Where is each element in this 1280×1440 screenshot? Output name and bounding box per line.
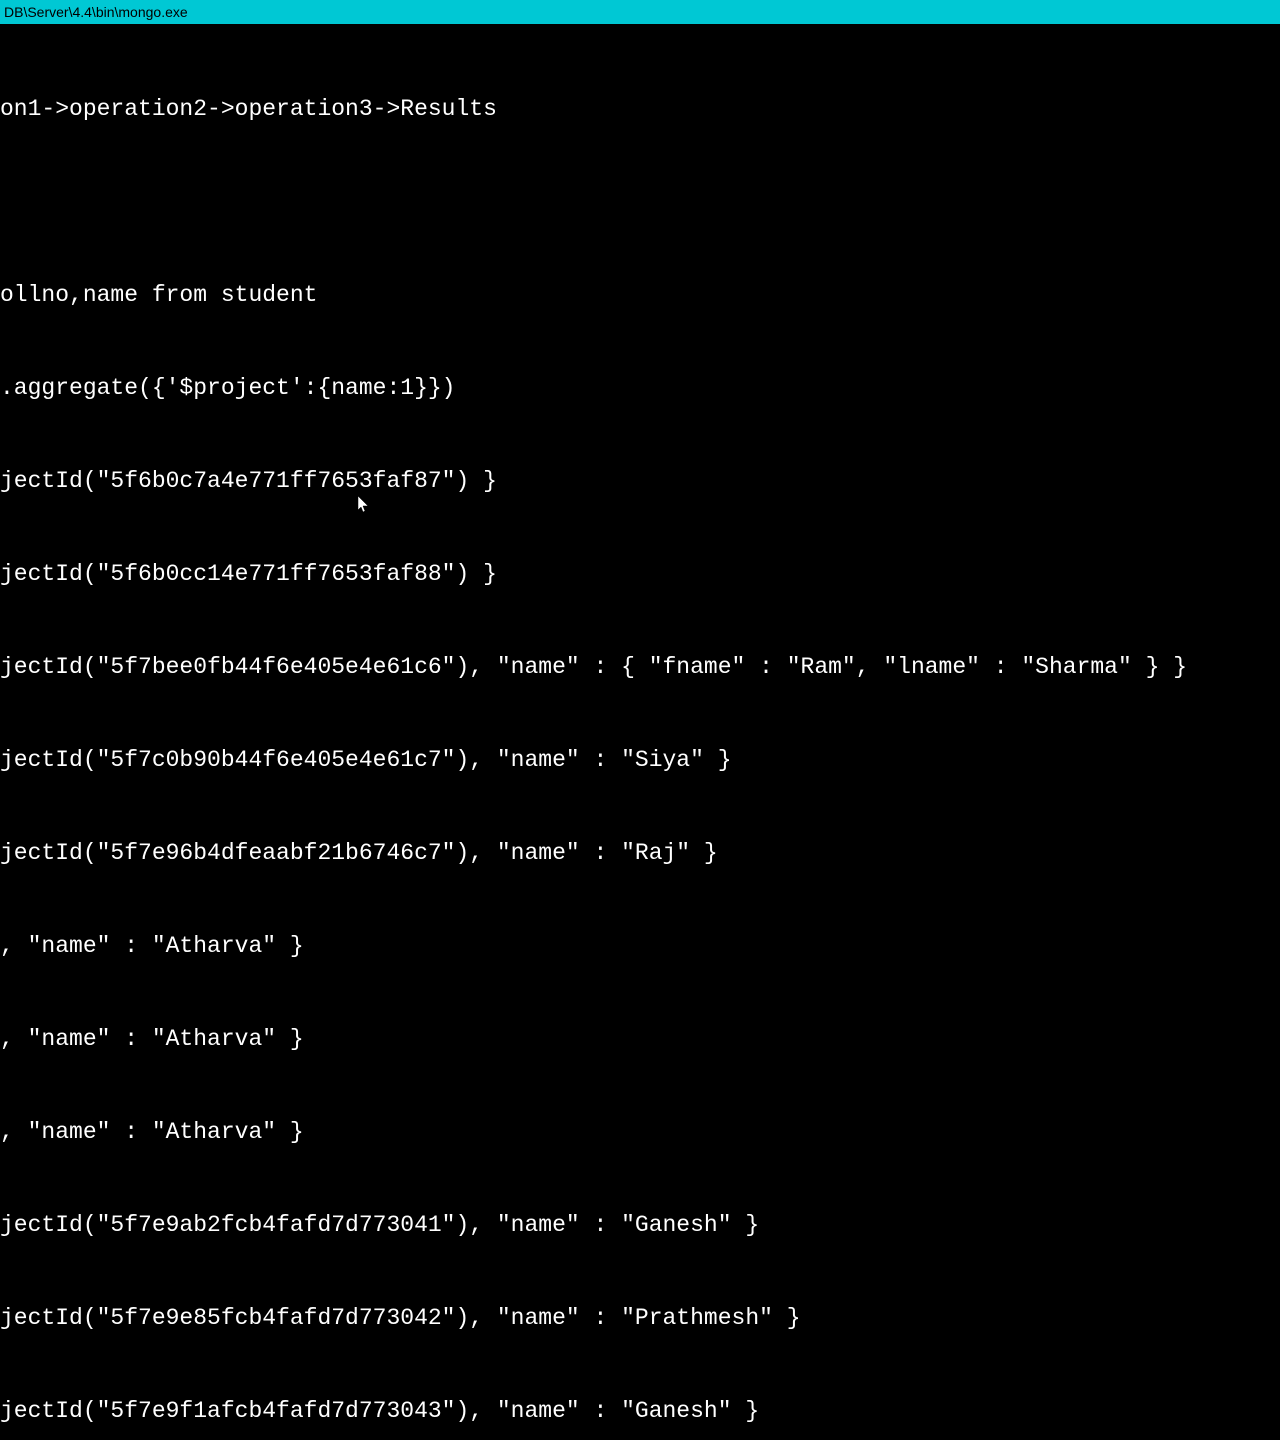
terminal-output[interactable]: on1->operation2->operation3->Results oll… [0, 24, 1280, 1440]
window-title-bar: DB\Server\4.4\bin\mongo.exe [0, 0, 1280, 24]
window-title: DB\Server\4.4\bin\mongo.exe [4, 4, 188, 20]
terminal-line: jectId("5f7e96b4dfeaabf21b6746c7"), "nam… [0, 838, 1280, 869]
terminal-line [0, 187, 1280, 218]
terminal-line: jectId("5f7bee0fb44f6e405e4e61c6"), "nam… [0, 652, 1280, 683]
terminal-line: , "name" : "Atharva" } [0, 931, 1280, 962]
terminal-line: , "name" : "Atharva" } [0, 1024, 1280, 1055]
terminal-line: , "name" : "Atharva" } [0, 1117, 1280, 1148]
terminal-line: jectId("5f6b0cc14e771ff7653faf88") } [0, 559, 1280, 590]
terminal-line: ollno,name from student [0, 280, 1280, 311]
terminal-line: jectId("5f7e9ab2fcb4fafd7d773041"), "nam… [0, 1210, 1280, 1241]
terminal-line: jectId("5f7c0b90b44f6e405e4e61c7"), "nam… [0, 745, 1280, 776]
terminal-line: jectId("5f6b0c7a4e771ff7653faf87") } [0, 466, 1280, 497]
terminal-line: on1->operation2->operation3->Results [0, 94, 1280, 125]
terminal-line: jectId("5f7e9e85fcb4fafd7d773042"), "nam… [0, 1303, 1280, 1334]
terminal-line: jectId("5f7e9f1afcb4fafd7d773043"), "nam… [0, 1396, 1280, 1427]
terminal-line: .aggregate({'$project':{name:1}}) [0, 373, 1280, 404]
